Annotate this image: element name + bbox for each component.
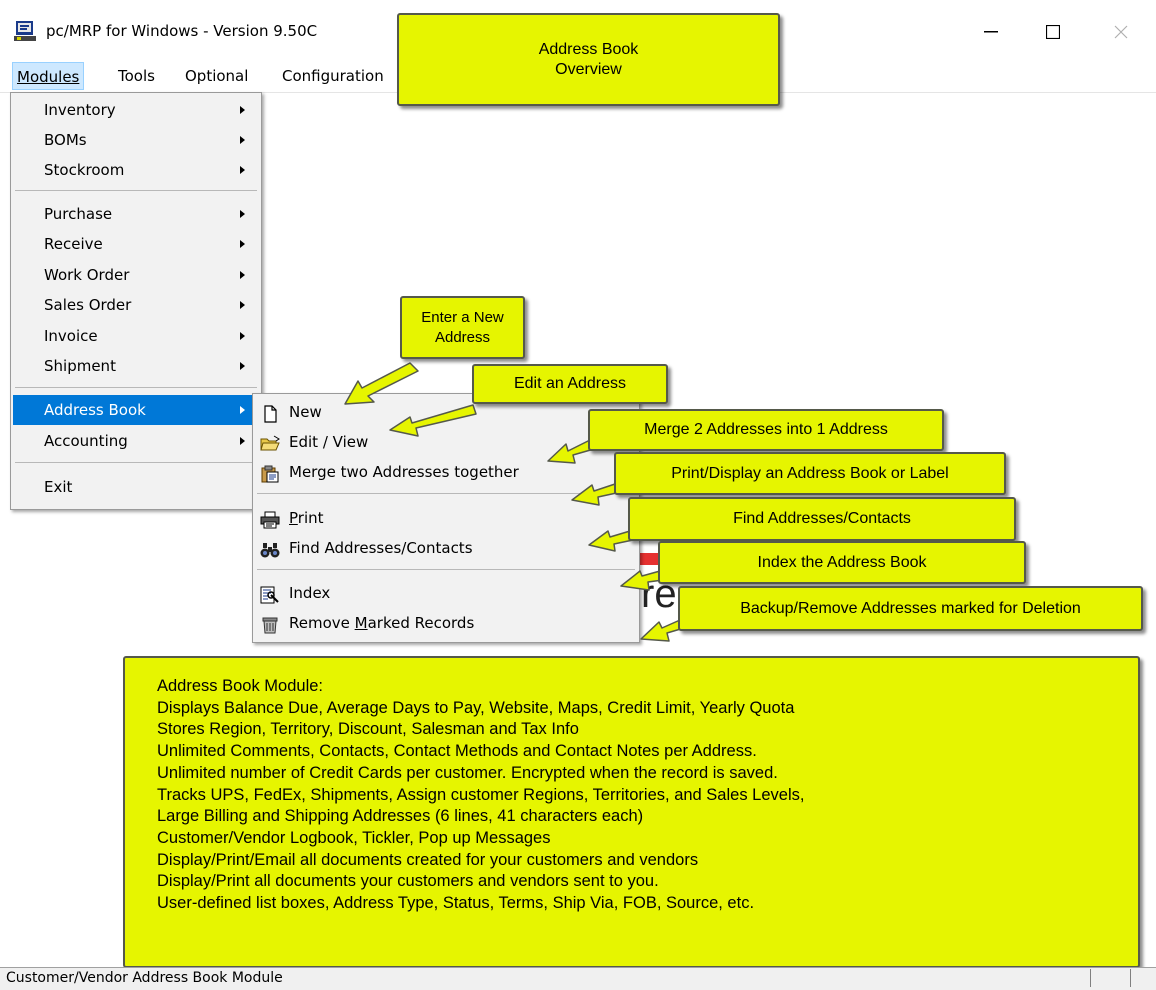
- summary-line: Stores Region, Territory, Discount, Sale…: [157, 720, 579, 739]
- status-text: Customer/Vendor Address Book Module: [6, 970, 283, 986]
- summary-line: Display/Print/Email all documents create…: [157, 850, 699, 869]
- callout-remove: Backup/Remove Addresses marked for Delet…: [678, 586, 1143, 631]
- arrow-new: [344, 362, 419, 405]
- summary-line: Address Book Module:: [157, 677, 324, 695]
- arrow-index: [620, 570, 664, 591]
- arrow-find: [588, 530, 634, 552]
- callout-index: Index the Address Book: [658, 541, 1026, 584]
- summary-line: Customer/Vendor Logbook, Tickler, Pop up…: [157, 828, 551, 847]
- summary-line: Large Billing and Shipping Addresses (6 …: [157, 807, 644, 826]
- summary-line: User-defined list boxes, Address Type, S…: [157, 894, 755, 913]
- callout-print: Print/Display an Address Book or Label: [614, 452, 1006, 495]
- callout-new: Enter a New Address: [400, 296, 525, 359]
- module-summary-callout: Address Book Module: Displays Balance Du…: [123, 656, 1140, 968]
- callout-find: Find Addresses/Contacts: [628, 497, 1016, 541]
- title-line-1: Address Book: [538, 40, 639, 58]
- summary-line: Unlimited Comments, Contacts, Contact Me…: [157, 742, 757, 761]
- arrow-edit: [389, 404, 477, 437]
- summary-line: Tracks UPS, FedEx, Shipments, Assign cus…: [157, 785, 805, 804]
- status-panel: [1130, 969, 1131, 987]
- callout-merge: Merge 2 Addresses into 1 Address: [588, 409, 944, 451]
- summary-line: Displays Balance Due, Average Days to Pa…: [157, 698, 795, 717]
- callout-edit: Edit an Address: [472, 364, 668, 404]
- summary-line: Unlimited number of Credit Cards per cus…: [157, 763, 778, 782]
- status-panel: [1090, 969, 1091, 987]
- summary-line: Display/Print all documents your custome…: [157, 872, 659, 891]
- title-line-2: Overview: [555, 60, 622, 78]
- title-callout: Address Book Overview: [397, 13, 780, 106]
